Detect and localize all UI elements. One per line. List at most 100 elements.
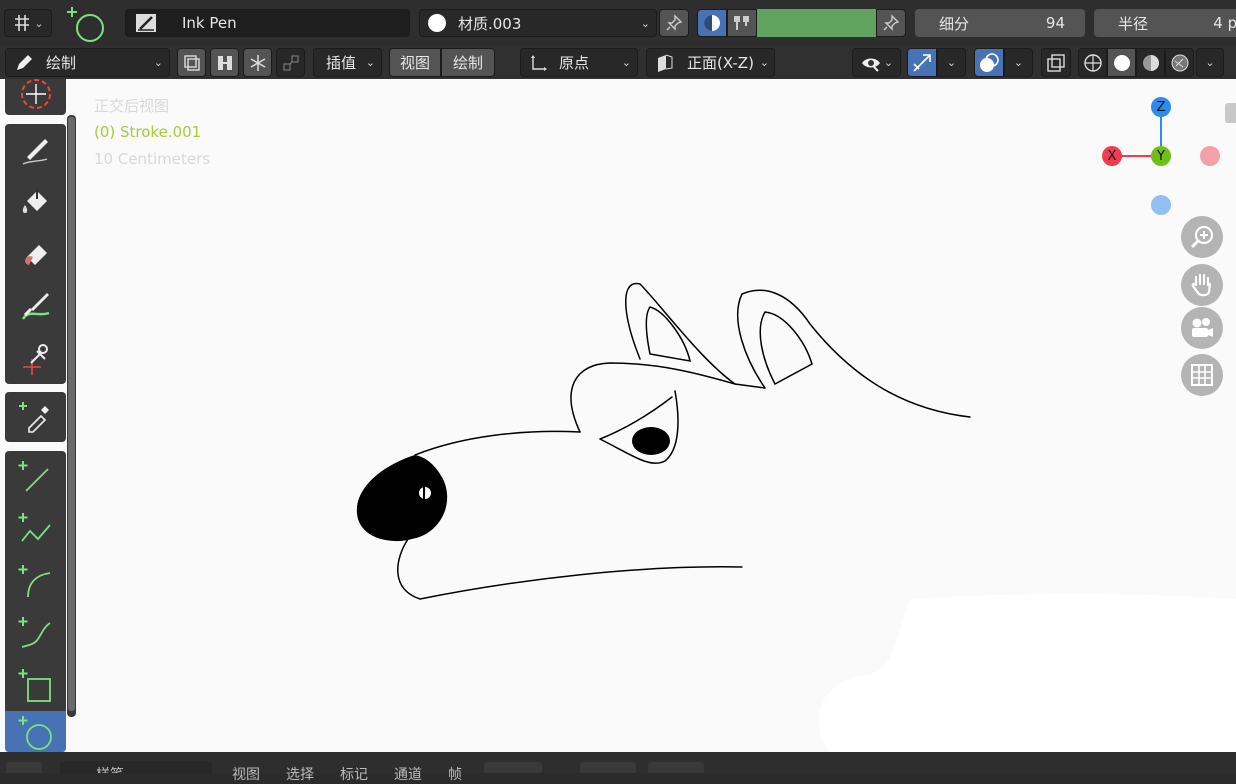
multiframe-button[interactable] bbox=[177, 48, 206, 77]
shading-solid[interactable] bbox=[1107, 48, 1136, 77]
polyline-tool-button[interactable] bbox=[5, 503, 66, 555]
axis-x-label: X bbox=[1107, 148, 1117, 164]
visibility-selector[interactable]: ⌄ bbox=[852, 48, 901, 77]
tint-icon bbox=[21, 293, 49, 320]
gizmo-menu[interactable]: ⌄ bbox=[937, 48, 966, 77]
camera-view-button[interactable] bbox=[1181, 307, 1223, 349]
timeline-playback-buttons[interactable] bbox=[580, 762, 636, 773]
cursor-tool-button[interactable] bbox=[5, 79, 66, 115]
eye-outline-stroke bbox=[599, 390, 679, 464]
timeline-keying-buttons[interactable] bbox=[484, 762, 542, 773]
view-label: 视图 bbox=[399, 54, 430, 72]
polyline-icon bbox=[18, 513, 51, 542]
axis-z-button[interactable]: Z bbox=[1151, 97, 1171, 117]
circle-tool-button[interactable] bbox=[5, 711, 66, 752]
layers-icon bbox=[183, 54, 200, 71]
box-tool-button[interactable] bbox=[5, 659, 66, 711]
shading-material[interactable] bbox=[1136, 48, 1165, 77]
strokes-icon bbox=[217, 55, 232, 70]
curve-tool-button[interactable] bbox=[5, 607, 66, 659]
material-preview-icon bbox=[428, 14, 446, 32]
autokey-button[interactable] bbox=[210, 48, 239, 77]
ortho-toggle-button[interactable] bbox=[1181, 354, 1223, 396]
tint-tool-button[interactable] bbox=[5, 280, 66, 332]
timeline-header: 样笔 视图 选择 标记 通道 帧 bbox=[0, 752, 1236, 783]
mode-label: 绘制 bbox=[46, 54, 77, 72]
projection-selector[interactable]: 正面(X-Z) ⌄ bbox=[646, 48, 775, 77]
guides-button[interactable] bbox=[276, 48, 305, 77]
overlay-menu[interactable]: ⌄ bbox=[1004, 48, 1033, 77]
vertex-color-button[interactable] bbox=[727, 9, 757, 37]
view-menu-button[interactable]: 视图 bbox=[389, 48, 441, 77]
gizmo-toggle[interactable] bbox=[907, 48, 937, 77]
draw-menu-button[interactable]: 绘制 bbox=[441, 48, 495, 77]
cutter-tool-button[interactable] bbox=[5, 332, 66, 384]
timeline-editor-selector[interactable] bbox=[6, 762, 42, 773]
origin-selector[interactable]: 原点 ⌄ bbox=[520, 48, 638, 77]
erase-tool-button[interactable] bbox=[5, 228, 66, 280]
timeline-filter-buttons[interactable] bbox=[648, 762, 704, 773]
material-pin-button[interactable] bbox=[659, 9, 689, 37]
arc-tool-button[interactable] bbox=[5, 555, 66, 607]
shading-wireframe[interactable] bbox=[1078, 48, 1107, 77]
shading-menu[interactable]: ⌄ bbox=[1196, 48, 1224, 77]
color-mode-button[interactable] bbox=[697, 9, 727, 37]
lower-jaw-stroke bbox=[397, 538, 743, 600]
fill-tool-button[interactable] bbox=[5, 176, 66, 228]
eyedropper-icon bbox=[18, 402, 49, 433]
toolbar-scrollbar[interactable] bbox=[67, 115, 76, 717]
chevron-down-icon: ⌄ bbox=[621, 56, 631, 69]
timeline-view-menu[interactable]: 视图 bbox=[232, 764, 260, 784]
line-tool-button[interactable] bbox=[5, 451, 66, 503]
material-selector[interactable]: 材质.003 ⌄ bbox=[419, 9, 657, 37]
eye-icon bbox=[861, 58, 880, 72]
sample-tool-group bbox=[5, 392, 66, 442]
toolbar-scrollbar-thumb[interactable] bbox=[68, 117, 75, 711]
3d-viewport[interactable]: 正交后视图 (0) Stroke.001 10 Centimeters Z X … bbox=[0, 79, 1236, 752]
right-ear-outer-stroke bbox=[737, 289, 971, 418]
draw-tool-group bbox=[5, 124, 66, 384]
fill-bucket-icon bbox=[22, 189, 47, 213]
draw-tool-button[interactable] bbox=[5, 124, 66, 176]
eyedropper-tool-button[interactable] bbox=[5, 392, 66, 442]
subdivide-field[interactable]: 细分 94 bbox=[915, 9, 1085, 37]
chevron-down-icon: ⌄ bbox=[883, 56, 894, 69]
axis-x-button[interactable]: X bbox=[1102, 146, 1122, 166]
mode-selector[interactable]: 绘制 ⌄ bbox=[5, 48, 170, 77]
xray-toggle[interactable] bbox=[1041, 48, 1071, 77]
chevron-down-icon: ⌄ bbox=[153, 56, 163, 69]
line-icon bbox=[18, 461, 49, 492]
axis-y-button[interactable]: Y bbox=[1151, 146, 1171, 166]
timeline-select-menu[interactable]: 选择 bbox=[286, 764, 314, 784]
shading-rendered[interactable] bbox=[1165, 48, 1194, 77]
freeze-button[interactable] bbox=[243, 48, 272, 77]
timeline-frame-menu[interactable]: 帧 bbox=[448, 764, 462, 784]
pan-button[interactable] bbox=[1181, 264, 1223, 306]
axis-z-label: Z bbox=[1156, 99, 1166, 115]
zoom-button[interactable] bbox=[1181, 216, 1223, 258]
dope-sheet-mode-label: 样笔 bbox=[96, 764, 124, 773]
subdivide-value: 94 bbox=[1045, 14, 1065, 32]
header-bar: ⌄ Ink Pen 材质.003 ⌄ 细分 94 半径 4 px bbox=[0, 0, 1236, 46]
radius-value: 4 px bbox=[1213, 14, 1236, 32]
primitive-tool-group bbox=[5, 451, 66, 752]
color-swatch[interactable] bbox=[757, 9, 876, 37]
editor-type-selector[interactable]: ⌄ bbox=[4, 9, 52, 37]
timeline-marker-menu[interactable]: 标记 bbox=[340, 764, 368, 784]
plane-icon bbox=[658, 54, 673, 72]
sidebar-toggle[interactable] bbox=[1225, 103, 1236, 123]
guide-icon bbox=[283, 55, 298, 70]
axis-neg-z-button[interactable] bbox=[1151, 195, 1171, 215]
axis-neg-x-button[interactable] bbox=[1200, 146, 1220, 166]
interpolate-menu[interactable]: 插值 ⌄ bbox=[313, 48, 382, 77]
wireframe-icon bbox=[1083, 53, 1102, 72]
dope-sheet-mode-selector[interactable]: 样笔 bbox=[60, 761, 212, 773]
color-pin-button[interactable] bbox=[876, 9, 906, 37]
object-name-field[interactable]: Ink Pen bbox=[125, 9, 410, 37]
timeline-channel-menu[interactable]: 通道 bbox=[394, 764, 422, 784]
chevron-down-icon: ⌄ bbox=[946, 56, 957, 69]
radius-field[interactable]: 半径 4 px bbox=[1094, 9, 1236, 37]
pin-icon bbox=[666, 14, 683, 31]
eraser-icon bbox=[24, 245, 47, 265]
overlay-toggle[interactable] bbox=[974, 48, 1004, 77]
